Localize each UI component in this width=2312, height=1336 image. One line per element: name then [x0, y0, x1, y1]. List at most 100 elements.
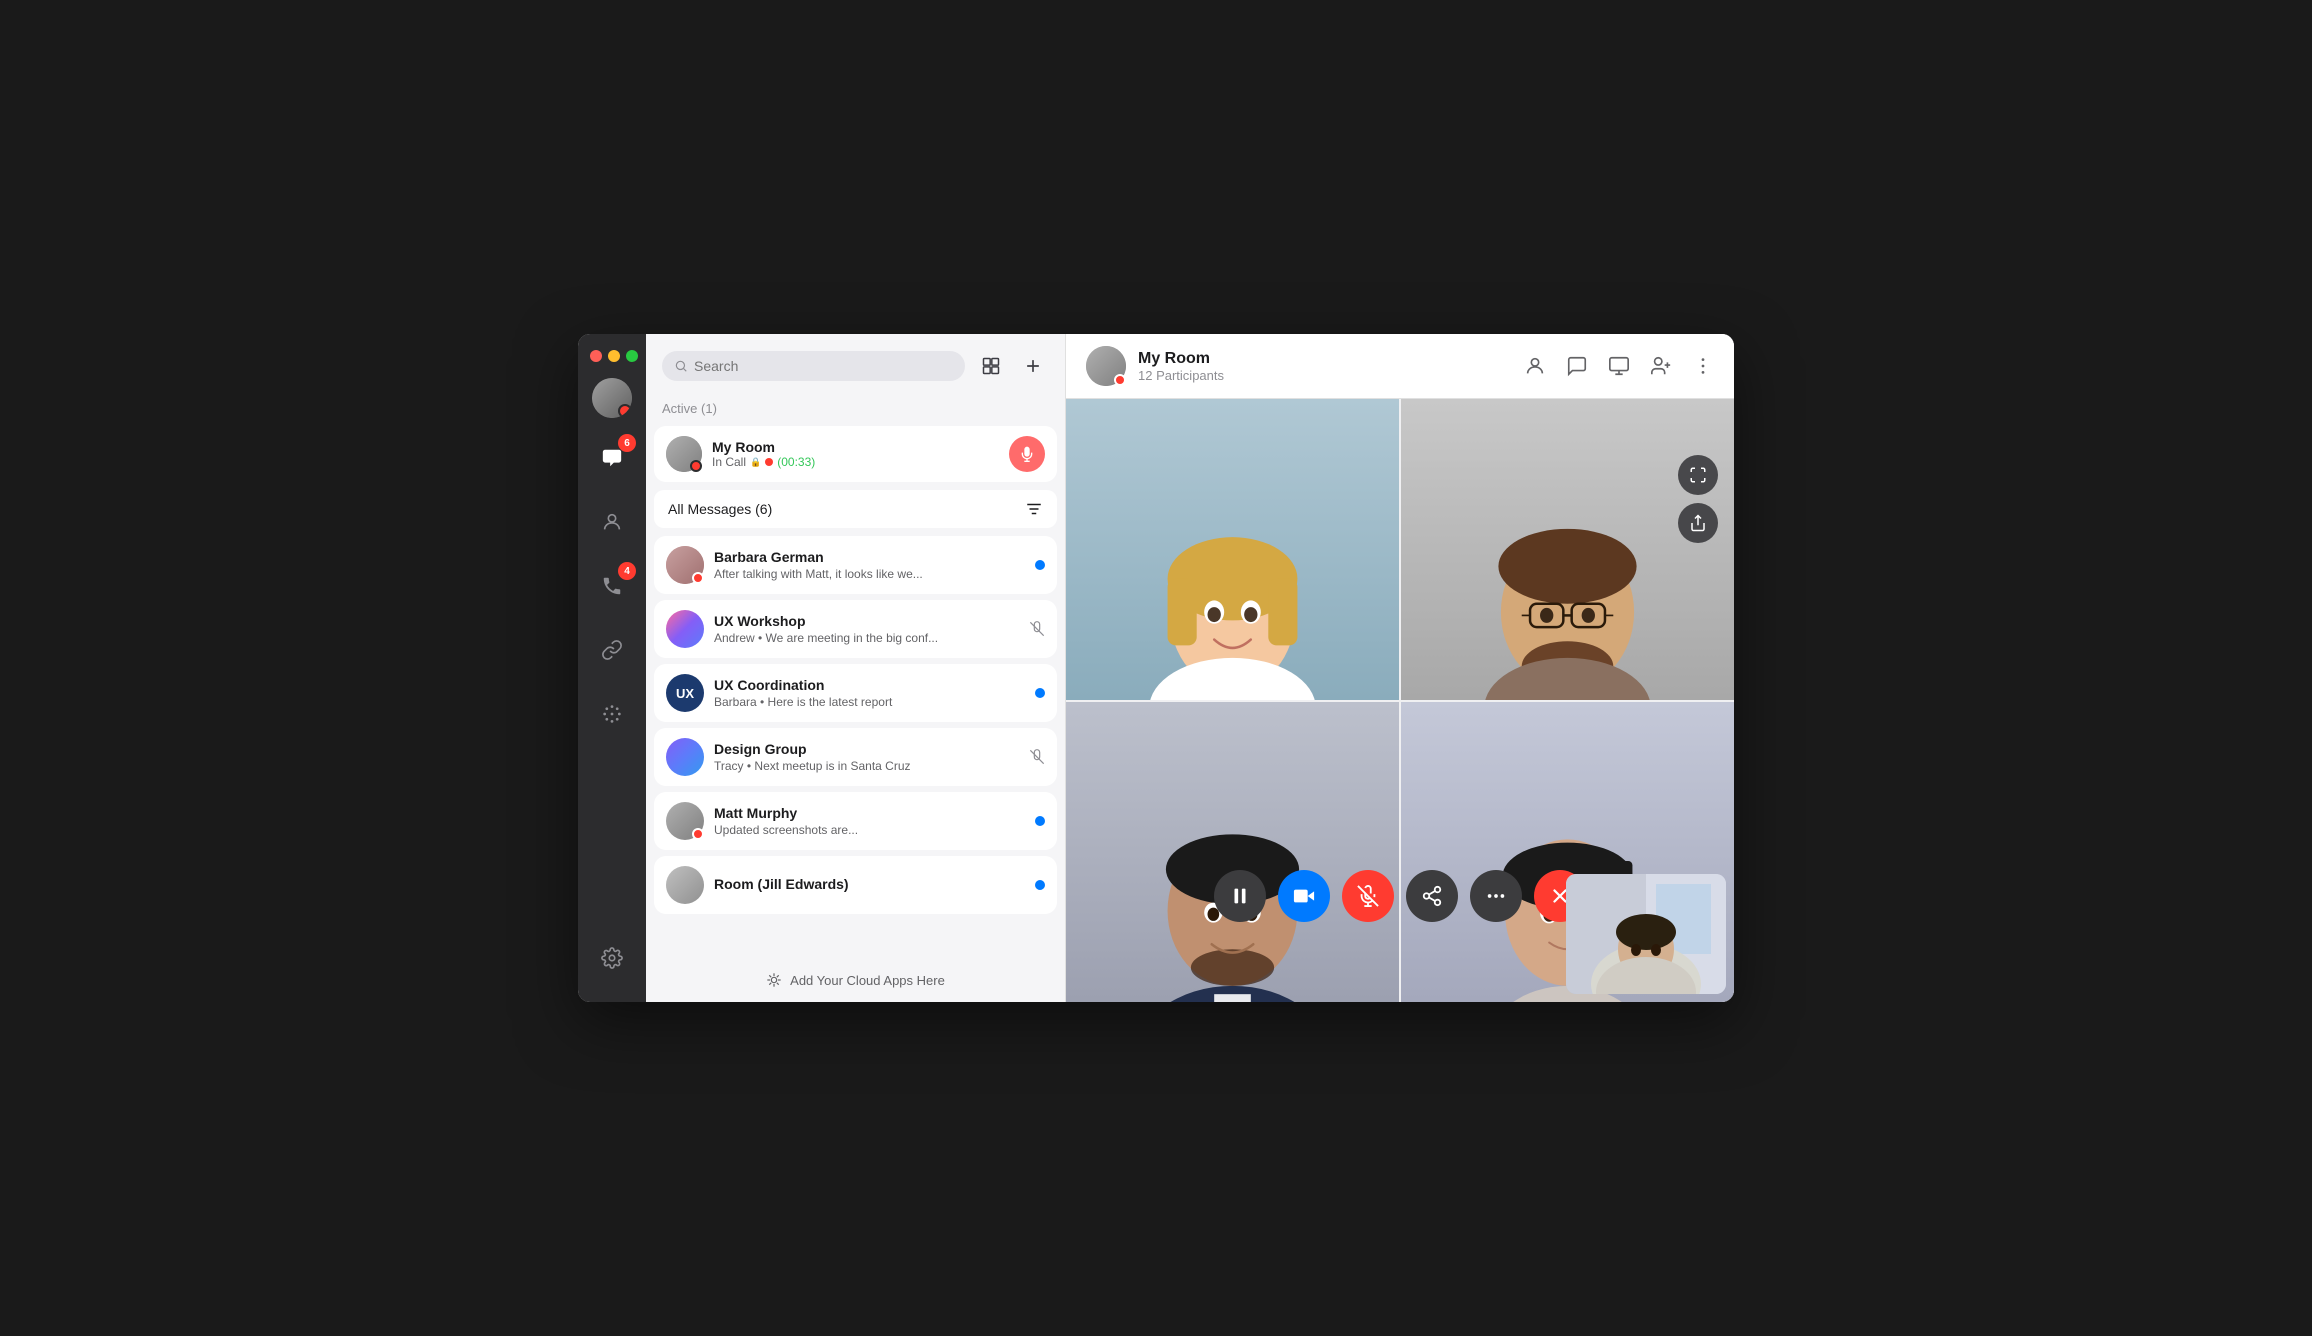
share-screen-button[interactable]	[1678, 503, 1718, 543]
message-preview: Andrew • We are meeting in the big conf.…	[714, 631, 1019, 645]
chat-icon[interactable]	[1566, 355, 1588, 377]
sidebar-item-integrations[interactable]	[592, 694, 632, 734]
close-button[interactable]	[590, 350, 602, 362]
video-cell-3	[1066, 702, 1399, 1003]
muted-icon	[1029, 749, 1045, 765]
message-preview: After talking with Matt, it looks like w…	[714, 567, 1025, 581]
call-room-name: My Room	[1138, 350, 1224, 368]
contact-name: Barbara German	[714, 549, 1025, 565]
contact-avatar: UX	[666, 674, 704, 712]
messages-badge: 6	[618, 434, 636, 452]
message-panel: Active (1) My Room In Call 🔒 (00:33)	[646, 334, 1066, 1002]
sidebar-nav: 6 4	[592, 438, 632, 938]
list-item[interactable]: Barbara German After talking with Matt, …	[654, 536, 1057, 594]
sidebar-item-settings[interactable]	[592, 938, 632, 978]
app-window: 6 4	[578, 334, 1734, 1002]
search-input[interactable]	[694, 358, 953, 374]
search-icon	[674, 359, 688, 373]
traffic-lights	[578, 350, 638, 362]
more-button[interactable]	[1470, 870, 1522, 922]
active-section-label: Active (1)	[662, 401, 717, 416]
message-list: Barbara German After talking with Matt, …	[646, 536, 1065, 958]
sidebar-item-calls[interactable]: 4	[592, 566, 632, 606]
active-room-status-dot	[690, 460, 702, 472]
sidebar-item-contacts[interactable]	[592, 502, 632, 542]
call-room-info: My Room 12 Participants	[1138, 350, 1224, 383]
sidebar-item-messages[interactable]: 6	[592, 438, 632, 478]
contact-avatar	[666, 546, 704, 584]
message-preview: Updated screenshots are...	[714, 823, 1025, 837]
video-button[interactable]	[1278, 870, 1330, 922]
muted-icon	[1029, 621, 1045, 637]
expand-button[interactable]	[1678, 455, 1718, 495]
all-messages-label: All Messages (6)	[668, 501, 772, 517]
list-item[interactable]: UX UX Coordination Barbara • Here is the…	[654, 664, 1057, 722]
add-participant-icon[interactable]	[1650, 355, 1672, 377]
message-preview: Barbara • Here is the latest report	[714, 695, 1025, 709]
screen-share-icon[interactable]	[1608, 355, 1630, 377]
call-header-actions	[1524, 355, 1714, 377]
call-participants-count: 12 Participants	[1138, 368, 1224, 383]
add-cloud-button[interactable]: Add Your Cloud Apps Here	[646, 958, 1065, 1002]
list-item[interactable]: UX Workshop Andrew • We are meeting in t…	[654, 600, 1057, 658]
mute-button[interactable]	[1342, 870, 1394, 922]
more-options-icon[interactable]	[1692, 355, 1714, 377]
call-header: My Room 12 Participants	[1066, 334, 1734, 399]
contact-name: UX Workshop	[714, 613, 1019, 629]
contact-name: Design Group	[714, 741, 1019, 757]
sidebar-bottom	[592, 938, 632, 986]
minimize-button[interactable]	[608, 350, 620, 362]
add-cloud-icon	[766, 972, 782, 988]
call-panel: My Room 12 Participants	[1066, 334, 1734, 1002]
room-mute-button[interactable]	[1009, 436, 1045, 472]
list-item[interactable]: Matt Murphy Updated screenshots are...	[654, 792, 1057, 850]
active-room-avatar	[666, 436, 702, 472]
contact-avatar	[666, 610, 704, 648]
all-messages-bar[interactable]: All Messages (6)	[654, 490, 1057, 528]
panel-header	[646, 334, 1065, 394]
participants-icon[interactable]	[1524, 355, 1546, 377]
pause-button[interactable]	[1214, 870, 1266, 922]
message-content: UX Coordination Barbara • Here is the la…	[714, 677, 1025, 709]
message-content: Design Group Tracy • Next meetup is in S…	[714, 741, 1019, 773]
list-item[interactable]: Design Group Tracy • Next meetup is in S…	[654, 728, 1057, 786]
search-bar[interactable]	[662, 351, 965, 381]
message-content: UX Workshop Andrew • We are meeting in t…	[714, 613, 1019, 645]
video-grid	[1066, 399, 1734, 1002]
rooms-icon-button[interactable]	[975, 350, 1007, 382]
contact-name: UX Coordination	[714, 677, 1025, 693]
unread-badge	[1035, 816, 1045, 826]
share-button[interactable]	[1406, 870, 1458, 922]
contact-avatar	[666, 866, 704, 904]
user-avatar[interactable]	[592, 378, 632, 418]
active-room-item[interactable]: My Room In Call 🔒 (00:33)	[654, 426, 1057, 482]
call-indicator-dot	[765, 458, 773, 466]
filter-icon	[1025, 500, 1043, 518]
calls-badge: 4	[618, 562, 636, 580]
user-status-badge	[618, 404, 632, 418]
self-view-thumbnail	[1566, 874, 1726, 994]
sidebar-item-links[interactable]	[592, 630, 632, 670]
list-item[interactable]: Room (Jill Edwards)	[654, 856, 1057, 914]
message-content: Matt Murphy Updated screenshots are...	[714, 805, 1025, 837]
call-room-avatar	[1086, 346, 1126, 386]
contact-name: Matt Murphy	[714, 805, 1025, 821]
message-content: Room (Jill Edwards)	[714, 876, 1025, 894]
compose-button[interactable]	[1017, 350, 1049, 382]
contact-name: Room (Jill Edwards)	[714, 876, 1025, 892]
message-preview: Tracy • Next meetup is in Santa Cruz	[714, 759, 1019, 773]
add-cloud-label: Add Your Cloud Apps Here	[790, 973, 945, 988]
maximize-button[interactable]	[626, 350, 638, 362]
unread-badge	[1035, 688, 1045, 698]
unread-badge	[1035, 560, 1045, 570]
active-room-name: My Room	[712, 439, 999, 455]
active-section: Active (1)	[646, 394, 1065, 426]
message-content: Barbara German After talking with Matt, …	[714, 549, 1025, 581]
sidebar: 6 4	[578, 334, 646, 1002]
call-controls	[1214, 870, 1586, 922]
contact-avatar	[666, 802, 704, 840]
contact-avatar	[666, 738, 704, 776]
active-room-info: My Room In Call 🔒 (00:33)	[712, 439, 999, 469]
video-cell-2	[1401, 399, 1734, 700]
unread-badge	[1035, 880, 1045, 890]
